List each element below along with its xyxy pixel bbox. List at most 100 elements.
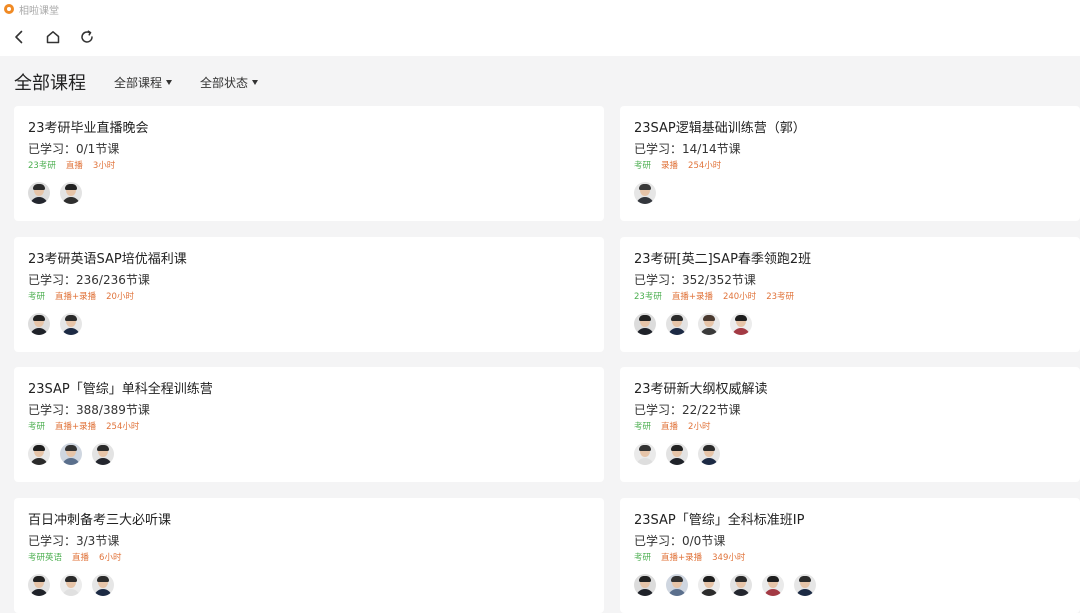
teacher-avatar bbox=[698, 443, 720, 465]
course-card[interactable]: 23SAP逻辑基础训练营（郭） 已学习：14/14节课 考研 录播 254小时 bbox=[620, 106, 1080, 221]
back-button[interactable] bbox=[10, 28, 28, 46]
caret-down-icon bbox=[166, 79, 173, 85]
teacher-avatar bbox=[762, 574, 784, 596]
course-progress: 已学习：0/0节课 bbox=[634, 534, 726, 548]
teacher-avatar bbox=[730, 313, 752, 335]
teacher-avatar bbox=[666, 313, 688, 335]
teacher-avatars bbox=[634, 313, 1080, 335]
title-bar: 相啦课堂 bbox=[0, 0, 1080, 18]
refresh-button[interactable] bbox=[78, 28, 96, 46]
course-tag: 录播 bbox=[661, 161, 679, 171]
teacher-avatar bbox=[28, 313, 50, 335]
course-tag: 23考研 bbox=[766, 292, 795, 302]
teacher-avatar bbox=[92, 443, 114, 465]
course-title: 23考研毕业直播晚会 bbox=[28, 121, 149, 136]
teacher-avatar bbox=[60, 443, 82, 465]
course-tag: 考研 bbox=[28, 292, 46, 302]
course-card[interactable]: 23考研毕业直播晚会 已学习：0/1节课 23考研 直播 3小时 bbox=[14, 106, 604, 221]
teacher-avatars bbox=[28, 443, 604, 465]
teacher-avatar bbox=[634, 574, 656, 596]
teacher-avatar bbox=[634, 443, 656, 465]
course-card[interactable]: 23考研[英二]SAP春季领跑2班 已学习：352/352节课 23考研 直播+录… bbox=[620, 237, 1080, 352]
navigation-bar bbox=[0, 18, 1080, 56]
course-tags: 考研 直播+录播 349小时 bbox=[634, 550, 1080, 564]
app-logo-icon bbox=[4, 4, 14, 14]
course-tag: 240小时 bbox=[722, 292, 757, 302]
teacher-avatar bbox=[28, 182, 50, 204]
course-title: 23考研英语SAP培优福利课 bbox=[28, 252, 187, 267]
course-progress: 已学习：352/352节课 bbox=[634, 273, 756, 287]
teacher-avatar bbox=[730, 574, 752, 596]
teacher-avatar bbox=[794, 574, 816, 596]
teacher-avatar bbox=[698, 574, 720, 596]
home-button[interactable] bbox=[44, 28, 62, 46]
teacher-avatar bbox=[28, 574, 50, 596]
course-card[interactable]: 百日冲刺备考三大必听课 已学习：3/3节课 考研英语 直播 6小时 bbox=[14, 498, 604, 613]
course-card[interactable]: 23考研英语SAP培优福利课 已学习：236/236节课 考研 直播+录播 20小时 bbox=[14, 237, 604, 352]
course-tag: 直播+录播 bbox=[55, 292, 97, 302]
course-tag: 3小时 bbox=[92, 161, 116, 171]
course-tag: 直播 bbox=[72, 553, 90, 563]
status-filter-label: 全部状态 bbox=[200, 75, 249, 90]
course-tag: 2小时 bbox=[688, 422, 711, 432]
course-card[interactable]: 23考研新大纲权威解读 已学习：22/22节课 考研 直播 2小时 bbox=[620, 367, 1080, 482]
course-tag: 6小时 bbox=[99, 553, 122, 563]
home-icon bbox=[46, 31, 60, 44]
course-card[interactable]: 23SAP「管综」全科标准班IP 已学习：0/0节课 考研 直播+录播 349小时 bbox=[620, 498, 1080, 613]
teacher-avatar bbox=[666, 574, 688, 596]
course-title: 23SAP「管综」全科标准班IP bbox=[634, 513, 805, 528]
course-tag: 直播+录播 bbox=[671, 292, 713, 302]
teacher-avatars bbox=[28, 574, 604, 596]
course-tag: 23考研 bbox=[634, 292, 662, 302]
course-tags: 考研英语 直播 6小时 bbox=[28, 550, 604, 564]
app-title: 相啦课堂 bbox=[19, 5, 59, 17]
course-tag: 直播 bbox=[65, 161, 83, 171]
course-progress: 已学习：22/22节课 bbox=[634, 403, 741, 417]
filter-toolbar: 全部课程 全部课程 全部状态 bbox=[0, 60, 1080, 104]
course-tag: 考研 bbox=[634, 553, 652, 563]
teacher-avatar bbox=[698, 313, 720, 335]
course-title: 百日冲刺备考三大必听课 bbox=[28, 513, 172, 528]
course-tag: 20小时 bbox=[106, 292, 134, 302]
teacher-avatar bbox=[92, 574, 114, 596]
course-tag: 考研 bbox=[634, 161, 652, 171]
course-tag: 考研 bbox=[634, 422, 652, 432]
course-tag: 254小时 bbox=[106, 422, 140, 432]
course-tag: 直播+录播 bbox=[55, 422, 97, 432]
teacher-avatars bbox=[28, 313, 604, 335]
teacher-avatars bbox=[28, 182, 604, 204]
course-progress: 已学习：14/14节课 bbox=[634, 142, 741, 156]
course-filter-label: 全部课程 bbox=[114, 75, 163, 90]
teacher-avatars bbox=[634, 443, 1080, 465]
course-progress: 已学习：388/389节课 bbox=[28, 403, 150, 417]
teacher-avatars bbox=[634, 182, 1080, 204]
course-card[interactable]: 23SAP「管综」单科全程训练营 已学习：388/389节课 考研 直播+录播 25… bbox=[14, 367, 604, 482]
course-progress: 已学习：0/1节课 bbox=[28, 142, 120, 156]
course-tag: 349小时 bbox=[712, 553, 746, 563]
course-tag: 直播 bbox=[661, 422, 679, 432]
course-progress: 已学习：236/236节课 bbox=[28, 273, 150, 287]
course-title: 23考研新大纲权威解读 bbox=[634, 382, 768, 397]
course-tags: 考研 直播 2小时 bbox=[634, 419, 1080, 433]
course-tag: 254小时 bbox=[688, 161, 722, 171]
course-filter-dropdown[interactable]: 全部课程 bbox=[114, 74, 173, 91]
course-title: 23考研[英二]SAP春季领跑2班 bbox=[634, 252, 812, 267]
teacher-avatars bbox=[634, 574, 1080, 596]
page-title: 全部课程 bbox=[14, 73, 86, 94]
teacher-avatar bbox=[666, 443, 688, 465]
teacher-avatar bbox=[60, 574, 82, 596]
caret-down-icon bbox=[252, 79, 259, 85]
course-title: 23SAP「管综」单科全程训练营 bbox=[28, 382, 213, 397]
course-tag: 考研英语 bbox=[28, 553, 63, 563]
teacher-avatar bbox=[634, 182, 656, 204]
course-tags: 考研 录播 254小时 bbox=[634, 158, 1080, 172]
teacher-avatar bbox=[634, 313, 656, 335]
course-tag: 考研 bbox=[28, 422, 46, 432]
course-title: 23SAP逻辑基础训练营（郭） bbox=[634, 121, 806, 136]
status-filter-dropdown[interactable]: 全部状态 bbox=[200, 74, 259, 91]
teacher-avatar bbox=[28, 443, 50, 465]
teacher-avatar bbox=[60, 313, 82, 335]
course-tags: 23考研 直播+录播 240小时 23考研 bbox=[634, 289, 1080, 303]
refresh-icon bbox=[81, 30, 93, 43]
course-tags: 考研 直播+录播 20小时 bbox=[28, 289, 604, 303]
